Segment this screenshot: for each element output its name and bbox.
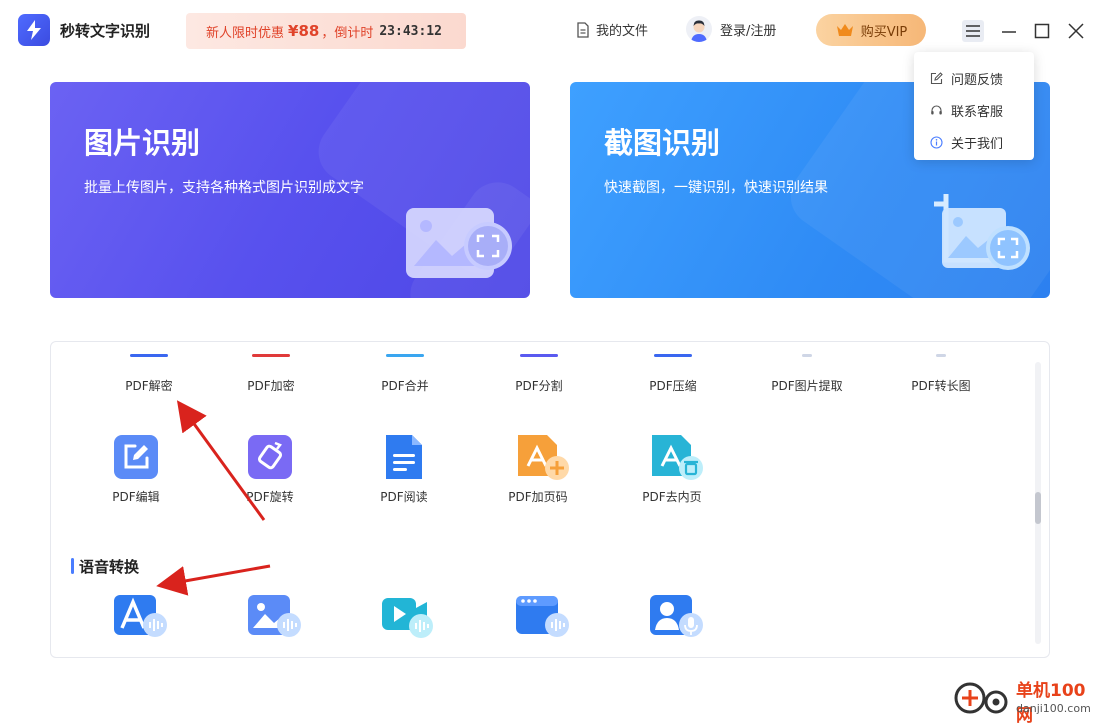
tool-label: PDF去内页 xyxy=(642,490,702,504)
pdf-decrypt-icon xyxy=(130,354,168,357)
image-to-speech-icon xyxy=(247,592,301,638)
tool-pdf-remove-page[interactable]: PDF去内页 xyxy=(617,434,727,505)
settings-dropdown: 问题反馈 联系客服 关于我们 xyxy=(914,52,1034,160)
edit-icon xyxy=(930,71,943,84)
watermark-logo-icon xyxy=(954,682,1008,714)
tool-label: PDF图片提取 xyxy=(771,379,843,393)
close-button[interactable] xyxy=(1065,20,1087,42)
tool-pdf-add-page-number[interactable]: PDF加页码 xyxy=(483,434,593,505)
pdf-image-extract-icon xyxy=(802,354,812,357)
pdf-merge-icon xyxy=(386,354,424,357)
app-title: 秒转文字识别 xyxy=(60,22,151,40)
screenshot-scan-icon xyxy=(934,194,1030,270)
tool-pdf-decrypt[interactable]: PDF解密 xyxy=(94,354,204,394)
menu-item-label: 联系客服 xyxy=(951,104,1004,120)
minimize-icon xyxy=(1002,31,1016,33)
card-title: 截图识别 xyxy=(604,126,721,160)
video-to-speech-icon xyxy=(381,592,433,638)
document-icon xyxy=(577,21,589,38)
section-title-voice: 语音转换 xyxy=(70,558,140,576)
watermark-url: danji100.com xyxy=(1016,702,1091,715)
pdf-edit-icon xyxy=(113,434,159,480)
tool-voice-video-to-speech[interactable] xyxy=(349,592,459,646)
tool-voice-image-to-speech[interactable] xyxy=(215,592,325,646)
tool-label: PDF转长图 xyxy=(911,379,971,393)
my-files-label: 我的文件 xyxy=(596,24,649,39)
menu-item-label: 关于我们 xyxy=(951,136,1004,152)
tool-voice-web-to-speech[interactable] xyxy=(483,592,593,646)
buy-vip-label: 购买VIP xyxy=(860,24,908,40)
watermark-title: 单机100网 xyxy=(1016,681,1086,726)
login-label: 登录/注册 xyxy=(720,23,777,39)
promo-countdown: 23:43:12 xyxy=(379,23,442,39)
pdf-add-page-number-icon xyxy=(515,434,569,480)
scrollbar-thumb[interactable] xyxy=(1035,492,1041,524)
pdf-remove-page-icon xyxy=(649,434,703,480)
pdf-encrypt-icon xyxy=(252,354,290,357)
avatar-icon xyxy=(686,16,712,42)
tool-pdf-to-long-image[interactable]: PDF转长图 xyxy=(886,354,996,394)
pdf-to-long-image-icon xyxy=(936,354,946,357)
buy-vip-button[interactable]: 购买VIP xyxy=(816,14,926,46)
image-recognition-card[interactable]: 图片识别 批量上传图片，支持各种格式图片识别成文字 xyxy=(50,82,530,298)
tool-label: PDF合并 xyxy=(381,379,429,393)
my-files-button[interactable]: 我的文件 xyxy=(576,20,648,39)
menu-item-label: 问题反馈 xyxy=(951,72,1004,88)
tool-voice-record-to-speech[interactable] xyxy=(617,592,727,646)
tool-pdf-edit[interactable]: PDF编辑 xyxy=(81,434,191,505)
tool-label: PDF阅读 xyxy=(380,490,428,504)
tool-label: PDF解密 xyxy=(125,379,173,393)
hamburger-icon xyxy=(966,25,980,37)
tool-pdf-split[interactable]: PDF分割 xyxy=(484,354,594,394)
tool-pdf-compress[interactable]: PDF压缩 xyxy=(618,354,728,394)
tool-label: PDF旋转 xyxy=(246,490,294,504)
tool-label: PDF分割 xyxy=(515,379,563,393)
promo-countdown-label: ，倒计时 xyxy=(321,25,374,41)
pdf-rotate-icon xyxy=(247,434,293,480)
tool-label: PDF加页码 xyxy=(508,490,568,504)
crown-icon xyxy=(836,24,853,36)
tool-label: PDF编辑 xyxy=(112,490,160,504)
tool-label: PDF加密 xyxy=(247,379,295,393)
menu-item-feedback[interactable]: 问题反馈 xyxy=(914,62,1034,94)
pdf-read-icon xyxy=(381,434,427,480)
pdf-split-icon xyxy=(520,354,558,357)
tool-pdf-encrypt[interactable]: PDF加密 xyxy=(216,354,326,394)
menu-button[interactable] xyxy=(962,20,984,42)
tools-panel: PDF解密 PDF加密 PDF合并 PDF分割 PDF压缩 PDF图片提取 PD… xyxy=(50,341,1050,658)
card-subtitle: 快速截图，一键识别，快速识别结果 xyxy=(604,180,828,196)
tool-pdf-rotate[interactable]: PDF旋转 xyxy=(215,434,325,505)
minimize-button[interactable] xyxy=(998,20,1020,42)
pdf-compress-icon xyxy=(654,354,692,357)
headset-icon xyxy=(931,104,942,114)
info-icon xyxy=(930,135,943,149)
maximize-button[interactable] xyxy=(1031,20,1053,42)
close-icon xyxy=(1068,23,1084,39)
promo-price: ¥88 xyxy=(288,22,320,40)
tool-label: PDF压缩 xyxy=(649,379,697,393)
tool-pdf-read[interactable]: PDF阅读 xyxy=(349,434,459,505)
tools-scrollbar[interactable] xyxy=(1035,362,1041,644)
person-mic-icon xyxy=(649,592,703,638)
menu-item-about[interactable]: 关于我们 xyxy=(914,126,1034,158)
maximize-icon xyxy=(1034,23,1050,39)
card-title: 图片识别 xyxy=(84,126,201,160)
tool-voice-text-to-speech[interactable] xyxy=(81,592,191,646)
promo-text: 新人限时优惠 xyxy=(206,25,285,41)
menu-item-support[interactable]: 联系客服 xyxy=(914,94,1034,126)
tool-pdf-image-extract[interactable]: PDF图片提取 xyxy=(752,354,862,394)
login-button[interactable]: 登录/注册 xyxy=(686,16,776,42)
site-watermark: 单机100网 danji100.com xyxy=(950,676,1100,726)
promo-banner[interactable]: 新人限时优惠 ¥88 ，倒计时 23:43:12 xyxy=(186,13,466,49)
card-subtitle: 批量上传图片，支持各种格式图片识别成文字 xyxy=(84,180,364,196)
app-logo-icon xyxy=(18,14,50,46)
tool-pdf-merge[interactable]: PDF合并 xyxy=(350,354,460,394)
web-to-speech-icon xyxy=(515,592,569,638)
image-scan-icon xyxy=(406,208,512,278)
text-to-speech-icon xyxy=(113,592,167,638)
